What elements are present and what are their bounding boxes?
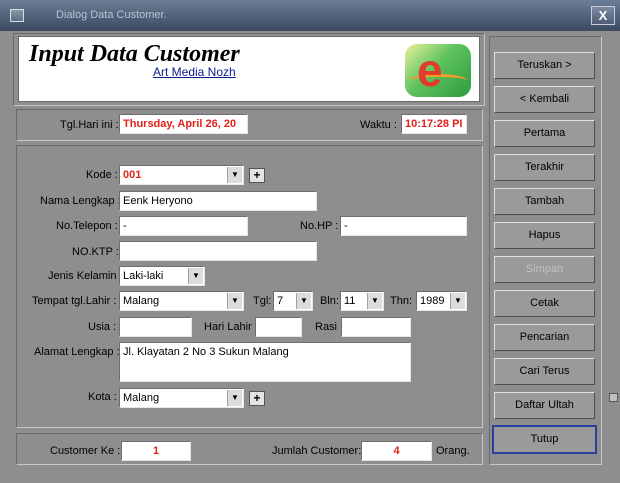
tempat-value: Malang [123, 295, 160, 307]
chevron-down-icon[interactable]: ▼ [450, 293, 465, 309]
chevron-down-icon[interactable]: ▼ [296, 293, 311, 309]
jk-value: Laki-laki [123, 270, 164, 282]
nama-input[interactable]: Eenk Heryono [119, 191, 317, 211]
logo-letter: e [417, 44, 443, 96]
chevron-down-icon[interactable]: ▼ [367, 293, 382, 309]
date-field: Thursday, April 26, 20 [119, 114, 248, 134]
thn-combo[interactable]: 1989 ▼ [416, 291, 467, 311]
orang-label: Orang. [436, 445, 470, 457]
rasi-input[interactable] [341, 317, 411, 337]
header-banner: Input Data Customer Art Media Nozh e [18, 36, 480, 102]
hapus-button[interactable]: Hapus [494, 222, 595, 249]
kode-combo[interactable]: 001 ▼ [119, 165, 244, 185]
time-field: 10:17:28 PI [401, 114, 467, 134]
kode-label: Kode : [86, 169, 118, 181]
teruskan-button[interactable]: Teruskan > [494, 52, 595, 79]
bln-value: 11 [344, 295, 356, 307]
kota-value: Malang [123, 392, 160, 404]
pencarian-button[interactable]: Pencarian [494, 324, 595, 351]
alamat-label: Alamat Lengkap : [34, 346, 120, 358]
jk-label: Jenis Kelamin : [48, 270, 123, 282]
alamat-textarea[interactable]: Jl. Klayatan 2 No 3 Sukun Malang [119, 342, 411, 382]
daftar-ultah-button[interactable]: Daftar Ultah [494, 392, 595, 419]
dialog-window: Dialog Data Customer. X Input Data Custo… [0, 0, 620, 483]
title-bar[interactable]: Dialog Data Customer. X [0, 0, 620, 31]
kembali-button[interactable]: < Kembali [494, 86, 595, 113]
telepon-label: No.Telepon : [56, 220, 118, 232]
tgl-combo[interactable]: 7 ▼ [273, 291, 313, 311]
form-panel [16, 145, 483, 428]
bln-combo[interactable]: 11 ▼ [340, 291, 384, 311]
form-title: Input Data Customer [29, 41, 240, 67]
thn-label: Thn: [390, 295, 413, 307]
tgl-label: Tgl: [253, 295, 272, 307]
chevron-down-icon[interactable]: ▼ [188, 268, 203, 284]
hp-label: No.HP : [300, 220, 339, 232]
harilahir-label: Hari Lahir : [204, 321, 258, 333]
thn-value: 1989 [420, 295, 445, 307]
bln-label: Bln: [320, 295, 339, 307]
cetak-button[interactable]: Cetak [494, 290, 595, 317]
tempat-combo[interactable]: Malang ▼ [119, 291, 244, 311]
add-kota-button[interactable]: + [249, 391, 265, 406]
usia-input[interactable] [119, 317, 192, 337]
company-link[interactable]: Art Media Nozh [153, 65, 236, 79]
jumlah-field: 4 [361, 441, 432, 461]
tempat-label: Tempat tgl.Lahir : [32, 295, 117, 307]
simpan-button[interactable]: Simpan [494, 256, 595, 283]
ktp-input[interactable] [119, 241, 317, 261]
tutup-button[interactable]: Tutup [492, 425, 597, 454]
chevron-down-icon[interactable]: ▼ [227, 390, 242, 406]
close-button[interactable]: X [591, 6, 615, 25]
window-title: Dialog Data Customer. [56, 9, 167, 21]
window-icon [10, 9, 24, 22]
usia-label: Usia : [88, 321, 117, 333]
chevron-down-icon[interactable]: ▼ [227, 167, 242, 183]
cari-terus-button[interactable]: Cari Terus [494, 358, 595, 385]
customer-ke-label: Customer Ke : [50, 445, 121, 457]
logo-icon: e [405, 44, 471, 97]
terakhir-button[interactable]: Terakhir [494, 154, 595, 181]
time-label: Waktu : [360, 119, 397, 131]
date-label: Tgl.Hari ini : [60, 119, 119, 131]
nama-label: Nama Lengkap : [40, 195, 121, 207]
resize-grip-icon[interactable] [609, 393, 618, 402]
harilahir-input[interactable] [255, 317, 302, 337]
jk-combo[interactable]: Laki-laki ▼ [119, 266, 205, 286]
telepon-input[interactable]: - [119, 216, 248, 236]
tambah-button[interactable]: Tambah [494, 188, 595, 215]
hp-input[interactable]: - [340, 216, 467, 236]
rasi-label: Rasi : [315, 321, 344, 333]
jumlah-label: Jumlah Customer: [272, 445, 362, 457]
kota-combo[interactable]: Malang ▼ [119, 388, 244, 408]
chevron-down-icon[interactable]: ▼ [227, 293, 242, 309]
kota-label: Kota : [88, 391, 117, 403]
customer-ke-field: 1 [121, 441, 191, 461]
kode-value: 001 [123, 169, 142, 181]
pertama-button[interactable]: Pertama [494, 120, 595, 147]
add-kode-button[interactable]: + [249, 168, 265, 183]
tgl-value: 7 [277, 295, 284, 307]
ktp-label: NO.KTP : [72, 246, 119, 258]
